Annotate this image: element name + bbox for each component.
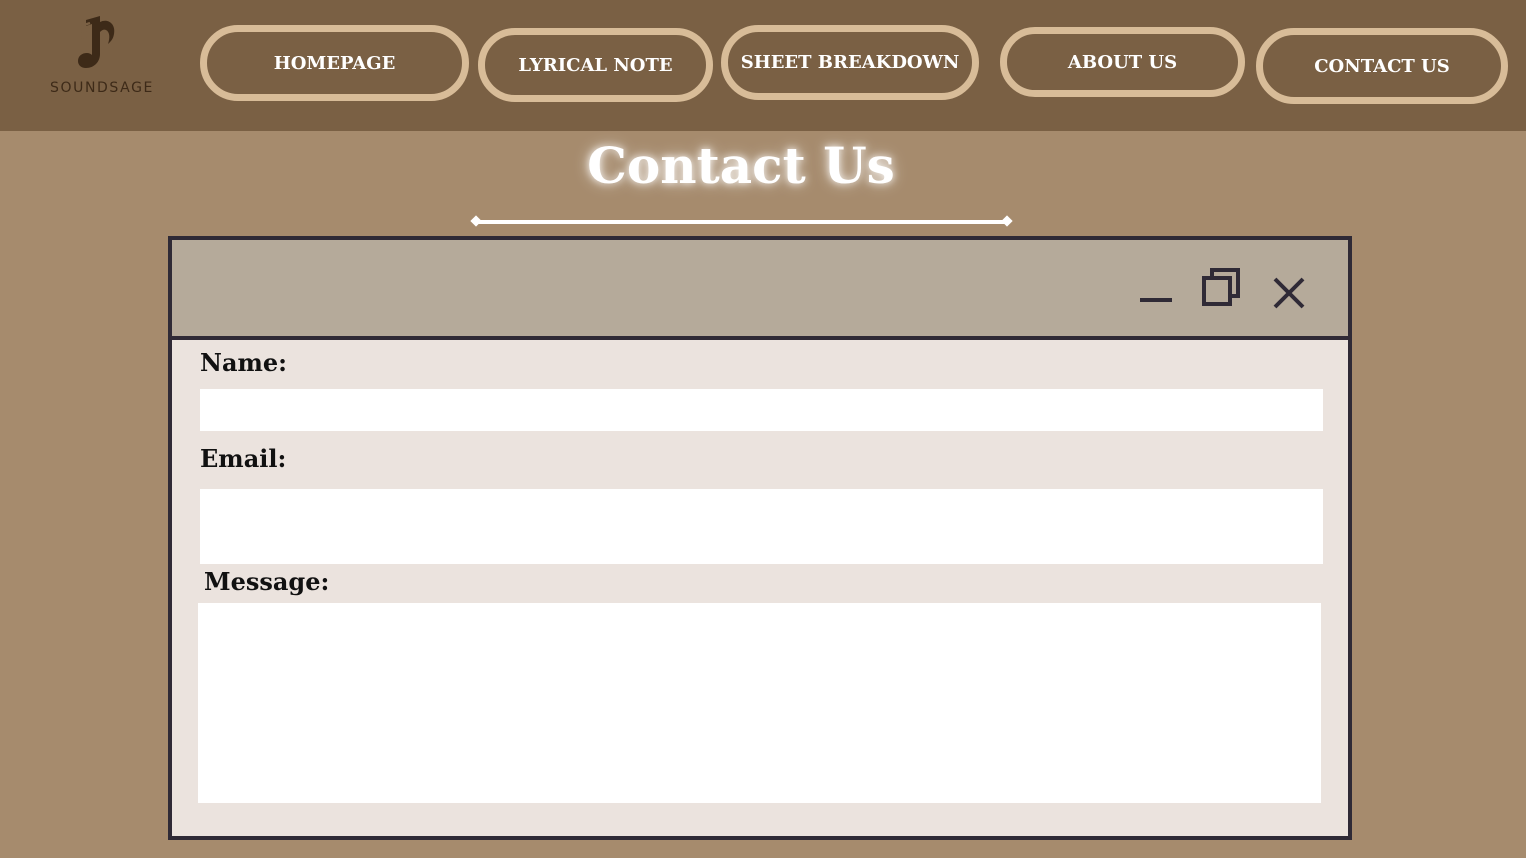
brand-name: SOUNDSAGE [50, 80, 154, 96]
nav-contact-us-button[interactable]: CONTACT US [1256, 28, 1508, 104]
underline-left-end [470, 215, 482, 227]
window-titlebar [172, 240, 1348, 340]
site-header: SOUNDSAGE HOMEPAGE LYRICAL NOTE SHEET BR… [0, 0, 1526, 131]
name-input[interactable] [200, 389, 1323, 431]
nav-sheet-breakdown-button[interactable]: SHEET BREAKDOWN [721, 25, 979, 100]
nav-about-us-button[interactable]: ABOUT US [1000, 27, 1245, 97]
soundsage-logo[interactable]: SOUNDSAGE [50, 14, 154, 100]
underline-right-end [1001, 215, 1013, 227]
minimize-icon[interactable] [1140, 296, 1174, 304]
title-underline [470, 215, 1013, 227]
email-label: Email: [200, 444, 287, 473]
restore-icon[interactable] [1202, 268, 1244, 310]
message-label: Message: [204, 567, 330, 596]
name-label: Name: [200, 348, 288, 377]
nav-lyrical-note-button[interactable]: LYRICAL NOTE [478, 28, 713, 102]
close-icon[interactable] [1272, 276, 1306, 310]
contact-form-window: Name: Email: Message: [168, 236, 1352, 840]
music-note-icon [78, 16, 115, 68]
nav-homepage-button[interactable]: HOMEPAGE [200, 25, 469, 101]
page-title: Contact Us [587, 136, 895, 195]
message-textarea[interactable] [198, 603, 1321, 803]
email-input[interactable] [200, 489, 1323, 564]
